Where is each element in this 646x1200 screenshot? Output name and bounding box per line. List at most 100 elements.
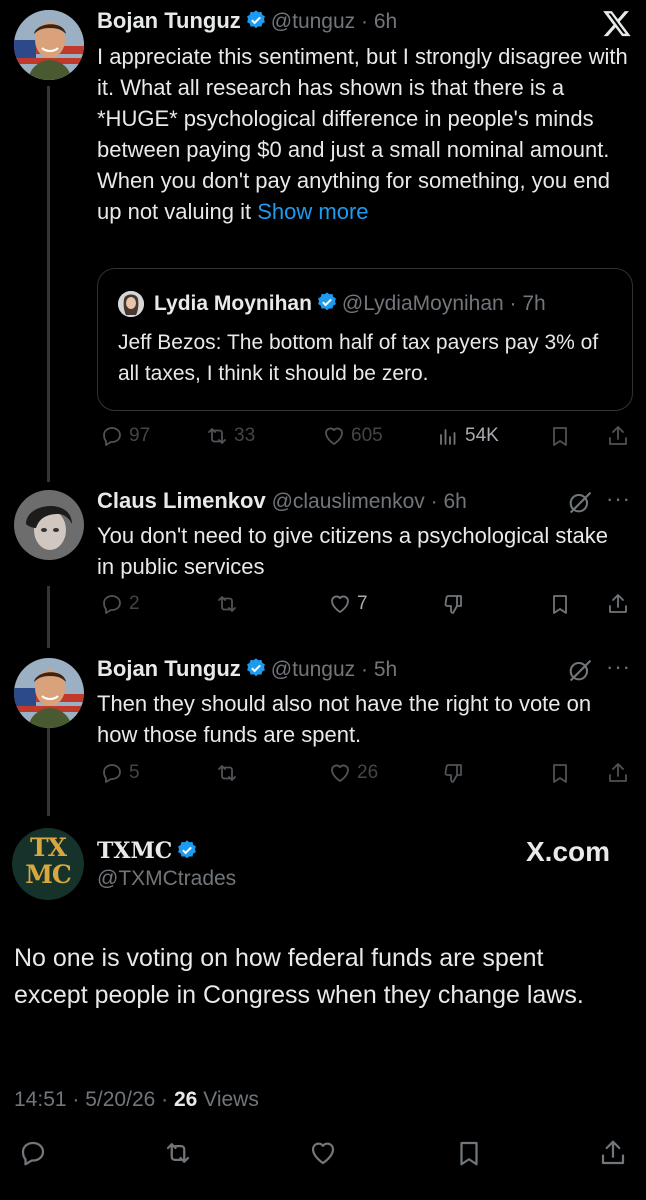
verified-badge-icon <box>245 657 267 684</box>
share-button[interactable] <box>606 761 630 785</box>
bookmark-button[interactable] <box>548 424 572 448</box>
reply-icon <box>103 764 121 783</box>
like-count: 605 <box>351 425 383 446</box>
reply-count: 2 <box>129 593 140 614</box>
author-handle[interactable]: @tunguz <box>271 10 355 33</box>
share-button[interactable] <box>606 424 630 448</box>
avatar[interactable] <box>14 490 84 560</box>
reply-count: 97 <box>129 425 151 446</box>
author-handle[interactable]: @clauslimenkov <box>272 490 425 513</box>
grok-icon[interactable] <box>566 488 594 516</box>
reply-button[interactable]: 5 <box>100 761 140 785</box>
downvote-button[interactable] <box>442 592 466 616</box>
tweet-body-tail: it <box>240 199 252 224</box>
post-date[interactable]: 5/20/26 <box>85 1088 155 1111</box>
bookmark-button[interactable] <box>548 761 572 785</box>
separator: · <box>155 1088 174 1111</box>
avatar-logo-text: TX MC <box>25 833 72 889</box>
author-name[interactable]: Claus Limenkov <box>97 488 266 513</box>
downvote-button[interactable] <box>442 761 466 785</box>
repost-icon <box>218 765 236 781</box>
repost-count: 33 <box>234 425 256 446</box>
avatar[interactable] <box>14 658 84 728</box>
reply-count: 5 <box>129 762 140 783</box>
thread-line <box>47 586 50 648</box>
heart-icon <box>325 427 343 445</box>
like-button[interactable]: 7 <box>328 592 368 616</box>
views-label: Views <box>203 1088 259 1111</box>
repost-button[interactable]: 33 <box>205 424 255 448</box>
repost-icon <box>166 1143 190 1163</box>
bookmark-icon <box>553 595 567 614</box>
quote-avatar <box>118 291 144 317</box>
repost-icon <box>208 428 226 444</box>
avatar[interactable] <box>14 10 84 80</box>
xcom-brand: X.com <box>526 836 611 867</box>
reply-icon <box>103 595 121 614</box>
like-button[interactable]: 605 <box>322 424 383 448</box>
reply-icon <box>103 427 121 446</box>
separator: · <box>355 10 374 33</box>
reply-icon <box>21 1141 45 1166</box>
quote-author-name: Lydia Moynihan <box>154 292 312 315</box>
separator: · <box>355 658 374 681</box>
more-options-icon[interactable]: ··· <box>606 488 632 514</box>
separator: · <box>66 1088 86 1111</box>
separator: · <box>503 292 523 315</box>
quoted-tweet[interactable]: Lydia Moynihan @LydiaMoynihan · 7h Jeff B… <box>97 268 633 411</box>
repost-button[interactable] <box>215 592 239 616</box>
verified-badge-icon <box>316 291 338 318</box>
quote-header: Lydia Moynihan @LydiaMoynihan · 7h <box>154 291 546 318</box>
author-handle[interactable]: @TXMCtrades <box>97 867 236 891</box>
share-icon <box>609 426 627 445</box>
bookmark-button[interactable] <box>454 1138 484 1173</box>
share-button[interactable] <box>606 592 630 616</box>
tweet-text: You don't need to give citizens a psycho… <box>97 523 608 579</box>
reply-button[interactable]: 97 <box>100 424 150 448</box>
timestamp[interactable]: 5h <box>374 658 397 681</box>
repost-button[interactable] <box>163 1138 193 1173</box>
share-icon <box>609 763 627 782</box>
heart-icon <box>331 764 349 782</box>
avatar[interactable]: TX MC <box>12 828 84 900</box>
repost-icon <box>218 596 236 612</box>
tweet-header: Bojan Tunguz @tunguz · 6h <box>97 8 397 36</box>
grok-icon[interactable] <box>566 656 594 684</box>
share-icon <box>601 1140 625 1165</box>
main-tweet-text: No one is voting on how federal funds ar… <box>14 944 584 1009</box>
author-name[interactable]: Bojan Tunguz <box>97 8 241 33</box>
verified-badge-icon <box>245 9 267 36</box>
quote-timestamp: 7h <box>522 292 546 315</box>
tweet-header: Bojan Tunguz @tunguz · 5h <box>97 656 397 684</box>
timestamp[interactable]: 6h <box>443 490 466 513</box>
reply-button[interactable]: 2 <box>100 592 140 616</box>
share-icon <box>609 594 627 613</box>
like-button[interactable]: 26 <box>328 761 378 785</box>
views-button[interactable]: 54K <box>436 424 499 448</box>
views-count: 26 <box>173 1088 198 1111</box>
tweet-body: I appreciate this sentiment, but I stron… <box>97 44 628 224</box>
repost-button[interactable] <box>215 761 239 785</box>
author-name[interactable]: Bojan Tunguz <box>97 656 241 681</box>
like-button[interactable] <box>308 1138 338 1173</box>
quote-author-handle: @LydiaMoynihan <box>341 292 504 315</box>
show-more-link[interactable]: Show more <box>257 199 368 224</box>
post-time[interactable]: 14:51 <box>14 1088 67 1111</box>
bookmark-button[interactable] <box>548 592 572 616</box>
analytics-icon <box>440 429 456 445</box>
separator: · <box>424 490 444 513</box>
heart-icon <box>331 595 349 613</box>
like-count: 26 <box>357 762 379 783</box>
tweet-text: I appreciate this sentiment, but I stron… <box>97 41 637 227</box>
author-handle[interactable]: @tunguz <box>271 658 355 681</box>
bookmark-icon <box>460 1141 478 1166</box>
quote-text: Jeff Bezos: The bottom half of tax payer… <box>118 331 599 385</box>
share-button[interactable] <box>598 1138 628 1173</box>
timestamp[interactable]: 6h <box>374 10 397 33</box>
x-logo-icon[interactable] <box>602 8 632 38</box>
like-count: 7 <box>357 593 368 614</box>
more-options-icon[interactable]: ··· <box>606 656 632 682</box>
reply-button[interactable] <box>18 1138 48 1173</box>
author-name[interactable]: TXMC <box>97 838 172 864</box>
views-count: 54K <box>465 425 499 446</box>
